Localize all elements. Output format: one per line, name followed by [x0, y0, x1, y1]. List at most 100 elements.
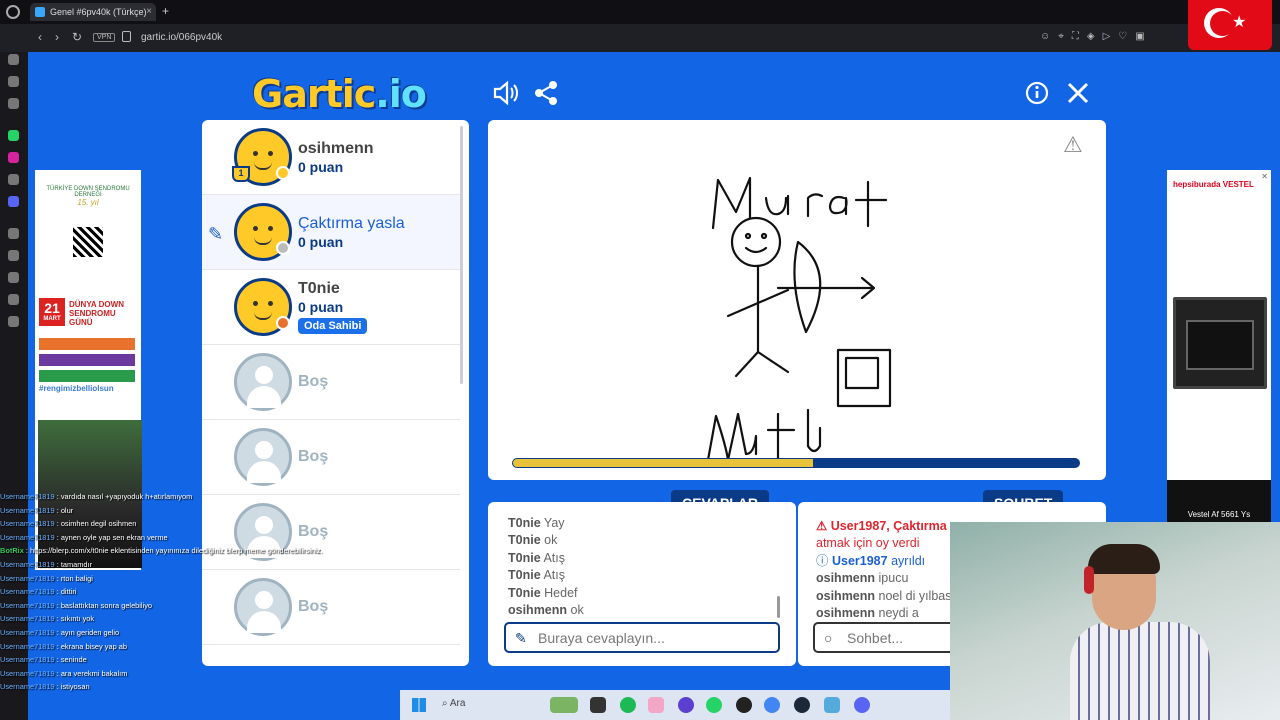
chat-system-message: ⓘ User1987 ayrıldı — [816, 553, 926, 568]
empty-slot-label: Boş — [298, 373, 329, 390]
empty-slot-label: Boş — [298, 523, 329, 540]
answer-message: osihmenn ok — [508, 603, 584, 618]
tab-close-icon[interactable]: × — [146, 6, 152, 17]
answers-panel: T0nie Yay T0nie ok T0nie Atış T0nie Atış… — [488, 502, 796, 666]
answers-list: T0nie Yay T0nie ok T0nie Atış T0nie Atış… — [508, 515, 584, 619]
stream-chat-line: Username71819 : aynen oyle yap sen ekran… — [0, 532, 168, 542]
app-icon[interactable] — [648, 697, 664, 713]
player-list-scrollbar[interactable] — [460, 126, 463, 384]
ad-strip — [39, 354, 135, 366]
steam-icon[interactable] — [794, 697, 810, 713]
history-icon[interactable] — [8, 228, 19, 239]
x-icon[interactable] — [8, 174, 19, 185]
discord-icon[interactable] — [854, 697, 870, 713]
wallet-icon[interactable] — [8, 98, 19, 109]
heart-icon[interactable]: ♡ — [1118, 31, 1127, 42]
crop-icon[interactable]: ⛶ — [1072, 31, 1079, 42]
stream-chat-line: Username71819 : ara verekmi bakalım — [0, 668, 128, 678]
whatsapp-icon[interactable] — [706, 697, 722, 713]
play-icon[interactable]: ▷ — [1103, 31, 1111, 42]
spotify-icon[interactable] — [620, 697, 636, 713]
empty-avatar — [234, 353, 292, 411]
ad-strip — [39, 370, 135, 382]
stream-chat-line: Username71819 : seninde — [0, 655, 87, 665]
box-icon[interactable]: ▣ — [1135, 31, 1144, 42]
instagram-icon[interactable] — [8, 152, 19, 163]
flag-star-icon: ★ — [1232, 14, 1247, 31]
ad-close-icon[interactable]: ✕ — [1261, 172, 1268, 181]
back-button[interactable]: ‹ — [38, 30, 42, 44]
task-view-icon[interactable] — [590, 697, 606, 713]
pencil-icon: ✎ — [208, 224, 224, 244]
stream-chat-line: BotRix : https://blerp.com/x/t0nie eklen… — [0, 546, 323, 556]
obs-icon[interactable] — [678, 697, 694, 713]
share-icon[interactable] — [534, 80, 558, 113]
lock-icon[interactable] — [122, 31, 131, 42]
clock-icon[interactable] — [8, 272, 19, 283]
headset — [1084, 566, 1094, 594]
pin-icon[interactable]: ⌖ — [1058, 31, 1064, 42]
chat-message: osihmenn ipucu — [816, 571, 909, 586]
messenger-icon[interactable] — [8, 54, 19, 65]
vpn-badge[interactable]: VPN — [93, 33, 116, 42]
stream-chat-line: Username71819 : olur — [0, 505, 74, 515]
extension-icons: ☺ ⌖ ⛶ ◈ ▷ ♡ ▣ — [1040, 31, 1145, 42]
stream-chat-line: Username71819 : istiyosan — [0, 682, 90, 692]
stream-chat-line: Username71819 : dittiri — [0, 587, 77, 597]
player-name: T0nie — [298, 280, 340, 297]
player-row[interactable]: ✎ Çaktırma yasla 0 puan — [202, 195, 460, 270]
speaker-icon[interactable] — [492, 80, 520, 113]
player-score: 0 puan — [298, 234, 344, 250]
answers-scrollbar[interactable] — [777, 596, 780, 618]
pinboard-icon[interactable] — [8, 76, 19, 87]
chat-message: osihmenn noel di yılbası — [816, 588, 955, 603]
github-icon[interactable] — [736, 697, 752, 713]
url-field[interactable]: gartic.io/066pv40k — [141, 32, 222, 43]
emoji-icon[interactable]: ☺ — [1040, 31, 1050, 42]
answer-message: T0nie Yay — [508, 516, 565, 530]
bookmark-icon[interactable] — [8, 250, 19, 261]
extensions-icon[interactable] — [8, 316, 19, 327]
answer-input[interactable]: ✎ Buraya cevaplayın... — [504, 622, 780, 653]
answer-message: T0nie ok — [508, 533, 558, 548]
ad-brand: hepsiburada VESTEL — [1173, 180, 1254, 189]
right-advertisement[interactable]: ✕ hepsiburada VESTEL Vestel Af 5661 Ys — [1167, 170, 1271, 524]
chrome-icon[interactable] — [764, 697, 780, 713]
tab-title: Genel #6pv40k (Türkçe) — [50, 7, 147, 17]
player-score: 0 puan — [298, 299, 344, 315]
streamer-webcam — [950, 522, 1280, 720]
player-row[interactable]: 1 osihmenn 0 puan — [202, 120, 460, 195]
empty-slot: Boş — [202, 345, 460, 420]
shield-icon[interactable]: ◈ — [1087, 31, 1095, 42]
ad-footer: Vestel Af 5661 Ys — [1167, 480, 1271, 524]
status-dot — [276, 316, 290, 330]
forward-button[interactable]: › — [55, 30, 59, 44]
new-tab-button[interactable]: + — [162, 4, 169, 18]
close-icon[interactable] — [1066, 80, 1090, 113]
settings-icon[interactable] — [824, 697, 840, 713]
status-dot — [276, 241, 290, 255]
empty-avatar — [234, 428, 292, 486]
windows-start-icon[interactable] — [412, 698, 426, 712]
player-row[interactable]: T0nie 0 puan Oda Sahibi — [202, 270, 460, 345]
settings-icon[interactable] — [8, 294, 19, 305]
ad-heading: DÜNYA DOWN SENDROMU GÜNÜ — [69, 300, 124, 327]
whatsapp-icon[interactable] — [8, 130, 19, 141]
discord-icon[interactable] — [8, 196, 19, 207]
ad-organization: TÜRKİYE DOWN SENDROMU DERNEĞİ — [46, 186, 130, 198]
drawing-canvas[interactable]: ⚠ — [488, 120, 1106, 480]
answer-placeholder: Buraya cevaplayın... — [538, 630, 665, 646]
ad-date: 21 MART — [39, 298, 65, 326]
widget-icon[interactable] — [550, 697, 578, 713]
taskbar-search[interactable]: ⌕ Ara — [442, 698, 465, 709]
chat-list: ⚠ User1987, Çaktırma atmak için oy verdi… — [816, 518, 955, 622]
stream-chat-line: Username71819 : rton baligi — [0, 573, 93, 583]
info-icon[interactable] — [1025, 80, 1049, 113]
reload-button[interactable]: ↻ — [72, 30, 82, 44]
round-timer — [512, 458, 1080, 468]
room-owner-badge: Oda Sahibi — [298, 318, 368, 334]
turkish-flag-overlay: ★ — [1188, 0, 1272, 50]
browser-tab[interactable]: Genel #6pv40k (Türkçe) × — [30, 3, 156, 21]
stream-chat-line: Username71819 : osimhen degil osihmen — [0, 519, 137, 529]
browser-logo-icon[interactable] — [6, 5, 20, 19]
